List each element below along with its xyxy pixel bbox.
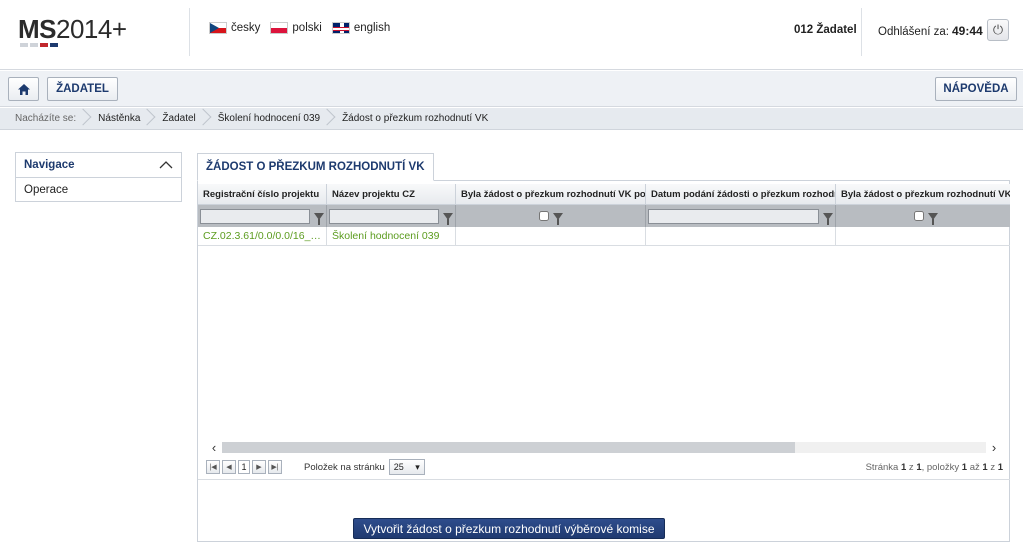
page-number[interactable]: 1 xyxy=(238,460,250,474)
dropdown-arrow-icon: ▾ xyxy=(415,461,420,472)
language-polish[interactable]: polski xyxy=(270,22,322,34)
help-button[interactable]: NÁPOVĚDA xyxy=(935,77,1017,101)
table-header: Registrační číslo projektu Název projekt… xyxy=(198,184,1010,205)
uk-flag-icon xyxy=(331,22,350,34)
logout-time: 49:44 xyxy=(951,24,983,38)
language-label: česky xyxy=(231,22,261,34)
filter-input[interactable] xyxy=(200,208,310,224)
table-cell[interactable]: CZ.02.3.61/0.0/0.0/16_02... xyxy=(198,227,327,245)
navigation-header[interactable]: Navigace xyxy=(16,153,181,178)
column-header[interactable]: Byla žádost o přezkum rozhodnutí VK podá… xyxy=(456,184,646,204)
table-cell[interactable] xyxy=(456,227,646,245)
create-request-button[interactable]: Vytvořit žádost o přezkum rozhodnutí výb… xyxy=(353,518,665,539)
filter-cell xyxy=(456,205,646,227)
prev-page-icon[interactable]: ◀ xyxy=(222,460,236,474)
logo-main-text: MS xyxy=(18,14,57,44)
app-header: MS2014+ česky polski english 012 Žadatel… xyxy=(0,0,1023,70)
per-page-value: 25 xyxy=(393,462,404,472)
power-button[interactable]: ⏻ xyxy=(987,19,1009,41)
breadcrumb-item[interactable]: Nástěnka xyxy=(87,108,151,130)
column-header[interactable]: Název projektu CZ xyxy=(327,184,456,204)
breadcrumb-item-current: Žádost o přezkum rozhodnutí VK xyxy=(342,112,489,124)
panel-divider xyxy=(198,479,1010,480)
tab-zadost-prezkum[interactable]: ŽÁDOST O PŘEZKUM ROZHODNUTÍ VK xyxy=(197,153,434,181)
language-label: english xyxy=(353,22,391,34)
filter-cell xyxy=(646,205,836,227)
filter-row xyxy=(198,205,1010,227)
home-icon xyxy=(17,83,30,95)
navigation-title: Navigace xyxy=(24,159,75,171)
main-panel: Registrační číslo projektu Název projekt… xyxy=(197,180,1010,542)
filter-input[interactable] xyxy=(329,208,439,224)
breadcrumb-item[interactable]: Školení hodnocení 039 xyxy=(207,108,331,130)
table-cell[interactable] xyxy=(836,227,1010,245)
zadatel-button[interactable]: ŽADATEL xyxy=(47,77,118,101)
language-english[interactable]: english xyxy=(331,22,391,34)
language-switcher: česky polski english xyxy=(209,22,390,34)
filter-icon[interactable] xyxy=(443,212,453,225)
scroll-left-icon[interactable]: ‹ xyxy=(206,441,222,454)
logout-label: Odhlášení za: xyxy=(878,26,949,38)
navigation-panel: Navigace Operace xyxy=(15,152,182,202)
next-page-icon[interactable]: ▶ xyxy=(252,460,266,474)
filter-icon[interactable] xyxy=(823,212,833,225)
last-page-icon[interactable]: ▶| xyxy=(268,460,282,474)
breadcrumb-prefix: Nacházíte se: xyxy=(0,108,87,130)
power-icon: ⏻ xyxy=(992,22,1004,37)
table-row[interactable]: CZ.02.3.61/0.0/0.0/16_02... Školení hodn… xyxy=(198,227,1010,246)
breadcrumb-item[interactable]: Žadatel xyxy=(151,108,206,130)
filter-checkbox[interactable] xyxy=(538,211,549,221)
scroll-thumb[interactable] xyxy=(222,442,795,453)
filter-cell xyxy=(198,205,327,227)
current-user[interactable]: 012 Žadatel xyxy=(794,24,857,36)
app-logo: MS2014+ xyxy=(18,14,127,45)
pl-flag-icon xyxy=(270,22,289,34)
filter-icon[interactable] xyxy=(552,212,563,225)
language-label: polski xyxy=(292,22,322,34)
language-czech[interactable]: česky xyxy=(209,22,260,34)
column-header[interactable]: Byla žádost o přezkum rozhodnutí VK vypo… xyxy=(836,184,1010,204)
cz-flag-icon xyxy=(209,22,227,34)
scroll-track[interactable] xyxy=(222,442,986,453)
pager-info: Stránka 1 z 1, položky 1 až 1 z 1 xyxy=(865,461,1003,473)
logout-timer: Odhlášení za: 49:44 xyxy=(878,24,983,38)
filter-cell xyxy=(836,205,1010,227)
filter-cell xyxy=(327,205,456,227)
filter-checkbox[interactable] xyxy=(913,211,924,221)
filter-icon[interactable] xyxy=(314,212,324,225)
home-button[interactable] xyxy=(8,77,39,101)
per-page-select[interactable]: 25 ▾ xyxy=(388,459,425,475)
header-divider xyxy=(189,8,190,56)
first-page-icon[interactable]: |◀ xyxy=(206,460,220,474)
horizontal-scrollbar[interactable]: ‹ › xyxy=(206,441,1002,454)
table-cell[interactable] xyxy=(646,227,836,245)
pager: |◀ ◀ 1 ▶ ▶| Položek na stránku 25 ▾ Strá… xyxy=(206,459,1003,475)
scroll-right-icon[interactable]: › xyxy=(986,441,1002,454)
logo-suffix-text: 2014+ xyxy=(56,14,127,44)
breadcrumb: Nacházíte se: Nástěnka Žadatel Školení h… xyxy=(0,108,1023,130)
toolbar: ŽADATEL NÁPOVĚDA xyxy=(0,71,1023,107)
table-cell[interactable]: Školení hodnocení 039 xyxy=(327,227,456,245)
nav-item-operace[interactable]: Operace xyxy=(16,178,181,201)
filter-input[interactable] xyxy=(648,208,819,224)
per-page-label: Položek na stránku xyxy=(304,461,385,473)
column-header[interactable]: Registrační číslo projektu xyxy=(198,184,327,204)
filter-icon[interactable] xyxy=(927,212,938,225)
chevron-up-icon xyxy=(159,161,173,169)
header-divider xyxy=(861,8,862,56)
logo-color-bar xyxy=(20,43,58,47)
column-header[interactable]: Datum podání žádosti o přezkum rozhodnut… xyxy=(646,184,836,204)
